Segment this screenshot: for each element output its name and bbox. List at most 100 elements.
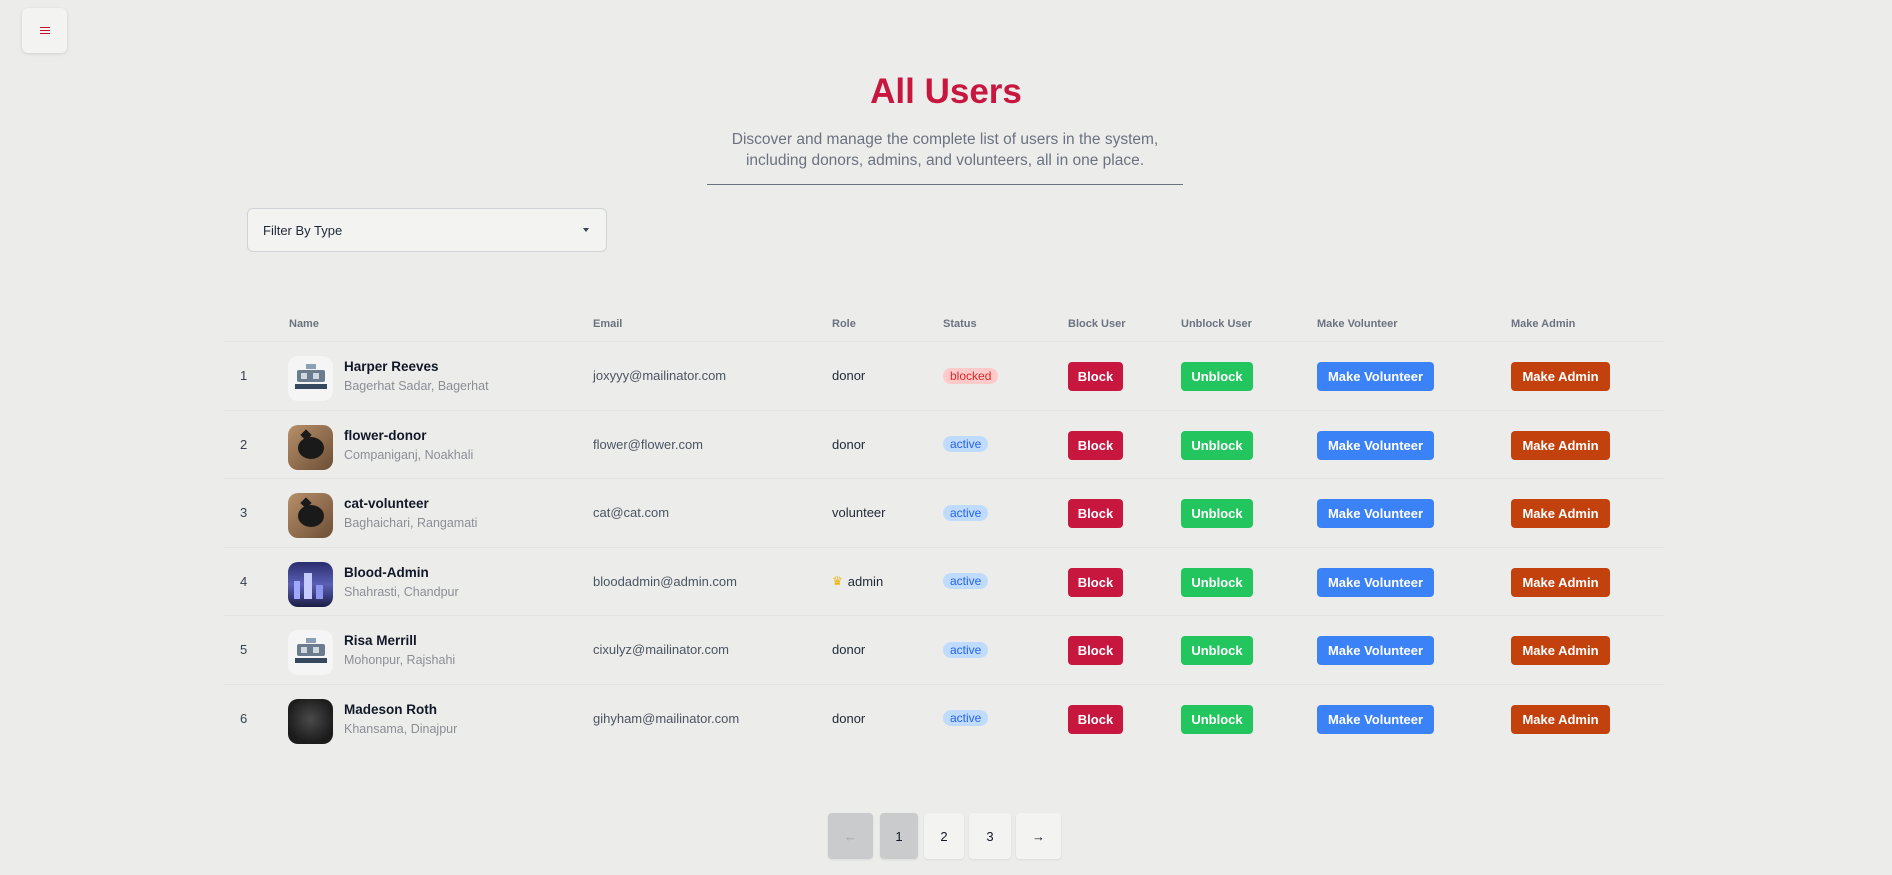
- make-admin-button[interactable]: Make Admin: [1511, 362, 1610, 391]
- user-email: joxyyy@mailinator.com: [593, 368, 727, 384]
- user-name: Harper Reeves: [344, 359, 439, 374]
- header-make-volunteer: Make Volunteer: [1317, 318, 1398, 330]
- prev-page-button[interactable]: ←: [828, 813, 873, 859]
- status-badge: active: [943, 573, 989, 590]
- make-admin-button[interactable]: Make Admin: [1511, 636, 1610, 665]
- row-index: 5: [240, 642, 248, 658]
- status-cell: active: [943, 548, 989, 616]
- user-address: Companiganj, Noakhali: [344, 447, 474, 462]
- status-cell: active: [943, 685, 989, 753]
- make-admin-button[interactable]: Make Admin: [1511, 499, 1610, 528]
- unblock-button[interactable]: Unblock: [1181, 499, 1253, 528]
- user-name-block: Harper Reeves Bagerhat Sadar, Bagerhat: [344, 359, 489, 393]
- header-role: Role: [832, 318, 856, 330]
- row-index: 2: [240, 436, 248, 452]
- table-row: 5 Risa Merrill Mohonpur, Rajshahi cixuly…: [224, 615, 1664, 684]
- unblock-button[interactable]: Unblock: [1181, 362, 1253, 391]
- user-avatar: [288, 561, 333, 607]
- row-index: 3: [240, 505, 248, 521]
- page-subtitle: Discover and manage the complete list of…: [731, 131, 1159, 169]
- table-body: 1 Harper Reeves Bagerhat Sadar, Bagerhat…: [224, 341, 1664, 752]
- user-role: donor: [832, 710, 866, 726]
- filter-label: Filter By Type: [263, 222, 343, 238]
- caret-down-icon: [583, 228, 589, 232]
- user-email: cixulyz@mailinator.com: [593, 642, 730, 658]
- block-button[interactable]: Block: [1068, 362, 1123, 391]
- header-email: Email: [593, 318, 623, 330]
- table-row: 6 Madeson Roth Khansama, Dinajpur gihyha…: [224, 683, 1664, 753]
- table-row: 1 Harper Reeves Bagerhat Sadar, Bagerhat…: [224, 341, 1664, 410]
- table-row: 2 flower-donor Companiganj, Noakhali flo…: [224, 409, 1664, 479]
- user-email: gihyham@mailinator.com: [593, 710, 740, 726]
- page-3-button[interactable]: 3: [969, 813, 1011, 859]
- block-button[interactable]: Block: [1068, 499, 1123, 528]
- status-cell: blocked: [943, 342, 999, 410]
- make-admin-button[interactable]: Make Admin: [1511, 704, 1610, 734]
- user-name-block: Madeson Roth Khansama, Dinajpur: [344, 702, 457, 736]
- user-name-block: cat-volunteer Baghaichari, Rangamati: [344, 496, 477, 530]
- unblock-button[interactable]: Unblock: [1181, 430, 1253, 460]
- user-avatar: [288, 356, 333, 401]
- user-name: flower-donor: [344, 427, 427, 443]
- make-volunteer-button[interactable]: Make Volunteer: [1317, 499, 1434, 528]
- filter-by-type-select[interactable]: Filter By Type: [247, 208, 607, 252]
- crown-icon: ♛: [832, 574, 843, 589]
- header-unblock-user: Unblock User: [1181, 318, 1252, 330]
- table-row: 3 cat-volunteer Baghaichari, Rangamati c…: [224, 478, 1664, 547]
- unblock-button[interactable]: Unblock: [1181, 636, 1253, 665]
- row-index: 6: [240, 710, 248, 726]
- user-name: Madeson Roth: [344, 701, 437, 717]
- make-volunteer-button[interactable]: Make Volunteer: [1317, 704, 1434, 734]
- status-badge: active: [943, 436, 989, 453]
- unblock-button[interactable]: Unblock: [1181, 704, 1253, 734]
- user-role-cell: ♛ admin: [832, 548, 883, 616]
- make-volunteer-button[interactable]: Make Volunteer: [1317, 636, 1434, 665]
- block-button[interactable]: Block: [1068, 636, 1123, 665]
- status-cell: active: [943, 411, 989, 479]
- user-name: Risa Merrill: [344, 633, 417, 648]
- user-email: cat@cat.com: [593, 505, 670, 521]
- status-badge: active: [943, 710, 989, 727]
- status-badge: blocked: [943, 367, 999, 384]
- user-role-cell: donor: [832, 411, 865, 479]
- block-button[interactable]: Block: [1068, 430, 1123, 460]
- user-name-block: Risa Merrill Mohonpur, Rajshahi: [344, 633, 455, 667]
- make-admin-button[interactable]: Make Admin: [1511, 567, 1610, 597]
- arrow-left-icon: ←: [844, 828, 857, 844]
- make-volunteer-button[interactable]: Make Volunteer: [1317, 567, 1434, 597]
- make-admin-button[interactable]: Make Admin: [1511, 430, 1610, 460]
- header-status: Status: [943, 318, 977, 330]
- user-address: Shahrasti, Chandpur: [344, 584, 459, 599]
- hamburger-icon: [39, 26, 50, 35]
- arrow-right-icon: →: [1032, 828, 1045, 844]
- user-name-block: Blood-Admin Shahrasti, Chandpur: [344, 565, 459, 599]
- unblock-button[interactable]: Unblock: [1181, 567, 1253, 597]
- next-page-button[interactable]: →: [1016, 813, 1061, 859]
- make-volunteer-button[interactable]: Make Volunteer: [1317, 362, 1434, 391]
- block-button[interactable]: Block: [1068, 567, 1123, 597]
- user-name: cat-volunteer: [344, 496, 429, 511]
- status-cell: active: [943, 479, 989, 547]
- table-row: 4 Blood-Admin Shahrasti, Chandpur blooda…: [224, 546, 1664, 616]
- page-1-button[interactable]: 1: [880, 813, 918, 859]
- user-name-block: flower-donor Companiganj, Noakhali: [344, 428, 473, 462]
- block-button[interactable]: Block: [1068, 704, 1123, 734]
- page-2-button[interactable]: 2: [924, 813, 964, 859]
- user-avatar: [288, 630, 333, 675]
- user-role-cell: donor: [832, 685, 865, 753]
- user-name: Blood-Admin: [344, 564, 429, 580]
- hamburger-menu-button[interactable]: [22, 8, 67, 53]
- user-avatar: [288, 493, 333, 538]
- user-address: Khansama, Dinajpur: [344, 721, 458, 736]
- user-role: donor: [832, 368, 866, 384]
- make-volunteer-button[interactable]: Make Volunteer: [1317, 430, 1434, 460]
- user-address: Mohonpur, Rajshahi: [344, 653, 456, 667]
- user-role: volunteer: [832, 505, 886, 521]
- row-index: 4: [240, 573, 248, 589]
- header-name: Name: [289, 318, 319, 330]
- user-role: admin: [847, 573, 884, 589]
- page-title: All Users: [870, 72, 1022, 111]
- user-role: donor: [832, 436, 866, 452]
- user-role: donor: [832, 642, 866, 658]
- status-badge: active: [943, 504, 989, 521]
